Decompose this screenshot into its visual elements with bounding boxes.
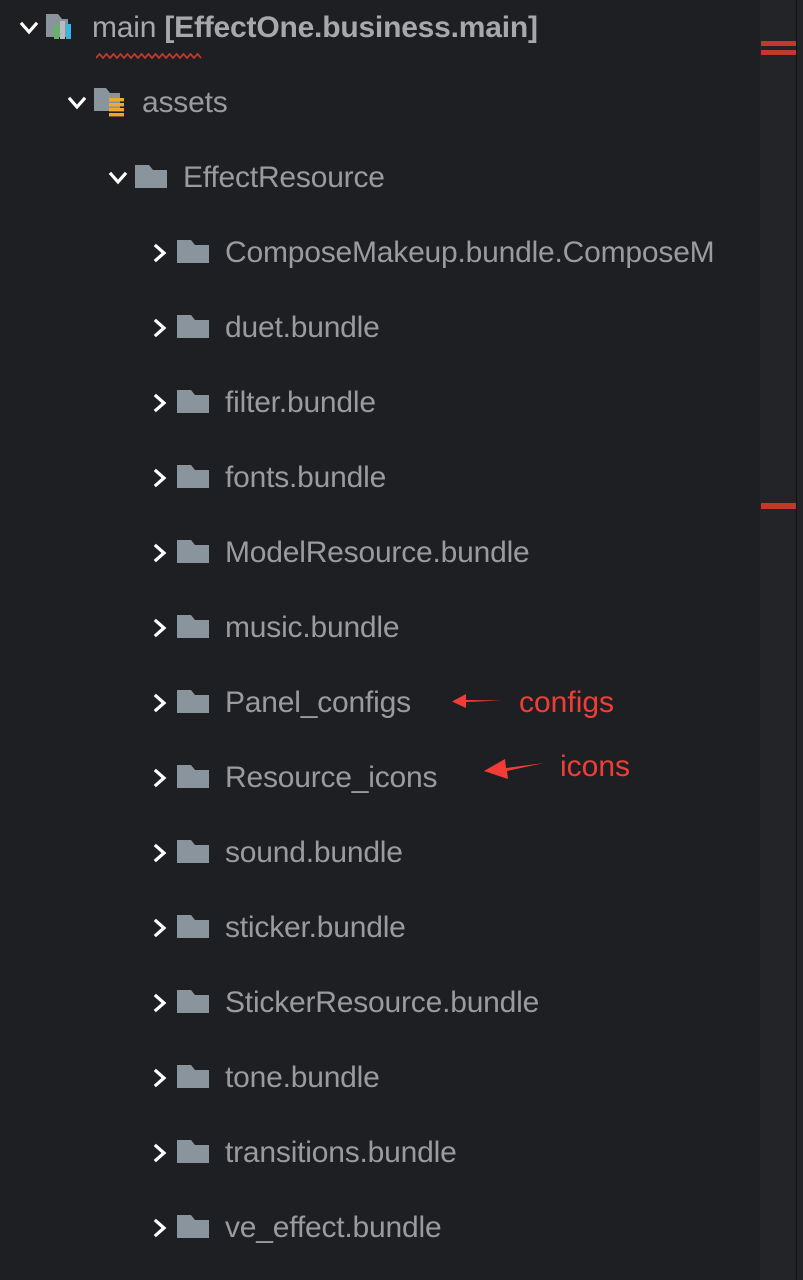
tree-item-label: ve_effect.bundle	[225, 1211, 442, 1244]
tree-row-sticker-bundle[interactable]: sticker.bundle	[145, 900, 406, 956]
error-stripe-marker[interactable]	[761, 503, 797, 509]
tree-item-label: fonts.bundle	[225, 461, 387, 494]
folder-icon	[175, 761, 215, 795]
tree-row-effectresource[interactable]: EffectResource	[103, 150, 385, 206]
annotation-arrow-configs	[452, 688, 502, 719]
chevron-right-icon[interactable]	[145, 1138, 175, 1168]
chevron-right-icon[interactable]	[145, 1063, 175, 1093]
tree-row-stickerresource-bundle[interactable]: StickerResource.bundle	[145, 975, 539, 1031]
tree-item-label: tone.bundle	[225, 1061, 380, 1094]
chevron-right-icon[interactable]	[145, 763, 175, 793]
module-gradle-icon	[44, 11, 82, 45]
tree-item-label: filter.bundle	[225, 386, 376, 419]
folder-icon	[175, 386, 215, 420]
folder-icon	[175, 1136, 215, 1170]
tree-item-label: transitions.bundle	[225, 1136, 457, 1169]
chevron-right-icon[interactable]	[145, 688, 175, 718]
project-tool-window[interactable]: main [EffectOne.business.main] assets Ef…	[0, 0, 760, 1280]
chevron-right-icon[interactable]	[145, 313, 175, 343]
folder-icon	[175, 236, 215, 270]
tree-row-filter-bundle[interactable]: filter.bundle	[145, 375, 376, 431]
folder-icon	[175, 986, 215, 1020]
folder-icon	[175, 536, 215, 570]
error-stripe-marker[interactable]	[761, 50, 797, 55]
tree-item-label: ModelResource.bundle	[225, 536, 530, 569]
chevron-down-icon[interactable]	[62, 88, 92, 118]
chevron-right-icon[interactable]	[145, 913, 175, 943]
resource-folder-icon	[92, 85, 132, 121]
tree-row-fonts-bundle[interactable]: fonts.bundle	[145, 450, 386, 506]
chevron-right-icon[interactable]	[145, 838, 175, 868]
tree-row-ve-effect-bundle[interactable]: ve_effect.bundle	[145, 1200, 442, 1256]
tree-row-transitions-bundle[interactable]: transitions.bundle	[145, 1125, 457, 1181]
folder-icon	[175, 911, 215, 945]
tree-item-label: Panel_configs	[225, 686, 411, 719]
chevron-right-icon[interactable]	[145, 1213, 175, 1243]
chevron-right-icon[interactable]	[145, 388, 175, 418]
folder-icon	[175, 686, 215, 720]
chevron-right-icon[interactable]	[145, 463, 175, 493]
tree-row-duet-bundle[interactable]: duet.bundle	[145, 300, 380, 356]
error-squiggle-icon	[95, 46, 202, 60]
tree-item-label: StickerResource.bundle	[225, 986, 540, 1019]
tree-item-label: Resource_icons	[225, 761, 438, 794]
chevron-down-icon[interactable]	[103, 163, 133, 193]
tree-row-assets[interactable]: assets	[62, 75, 228, 131]
tree-row-resource-icons[interactable]: Resource_icons	[145, 750, 438, 806]
tree-row-panel-configs[interactable]: Panel_configs	[145, 675, 411, 731]
tree-item-label: sticker.bundle	[225, 911, 406, 944]
error-stripe-marker[interactable]	[761, 41, 797, 46]
folder-icon	[175, 311, 215, 345]
chevron-right-icon[interactable]	[145, 238, 175, 268]
tree-item-label: ComposeMakeup.bundle.ComposeM	[225, 236, 715, 269]
folder-icon	[175, 1211, 215, 1245]
tree-item-label: assets	[142, 86, 228, 119]
tree-row-tone-bundle[interactable]: tone.bundle	[145, 1050, 380, 1106]
tree-item-label: EffectResource	[183, 161, 385, 194]
tree-row-modelresource-bundle[interactable]: ModelResource.bundle	[145, 525, 530, 581]
tree-item-label: music.bundle	[225, 611, 400, 644]
tree-row-sound-bundle[interactable]: sound.bundle	[145, 825, 403, 881]
tree-item-label: sound.bundle	[225, 836, 403, 869]
chevron-right-icon[interactable]	[145, 988, 175, 1018]
folder-icon	[133, 161, 173, 195]
chevron-down-icon[interactable]	[14, 13, 44, 43]
folder-icon	[175, 461, 215, 495]
chevron-right-icon[interactable]	[145, 538, 175, 568]
tree-row-module-main[interactable]: main [EffectOne.business.main]	[14, 0, 538, 60]
folder-icon	[175, 1061, 215, 1095]
tree-row-composemakeup-bundle[interactable]: ComposeMakeup.bundle.ComposeM	[145, 225, 715, 281]
gutter-right-edge	[796, 0, 797, 1280]
annotation-label-icons: icons	[560, 750, 631, 783]
folder-icon	[175, 611, 215, 645]
tree-item-label: duet.bundle	[225, 311, 380, 344]
chevron-right-icon[interactable]	[145, 613, 175, 643]
folder-icon	[175, 836, 215, 870]
annotation-arrow-icons	[484, 752, 544, 789]
module-label: main [EffectOne.business.main]	[92, 11, 538, 44]
annotation-label-configs: configs	[519, 686, 615, 719]
tree-row-music-bundle[interactable]: music.bundle	[145, 600, 400, 656]
